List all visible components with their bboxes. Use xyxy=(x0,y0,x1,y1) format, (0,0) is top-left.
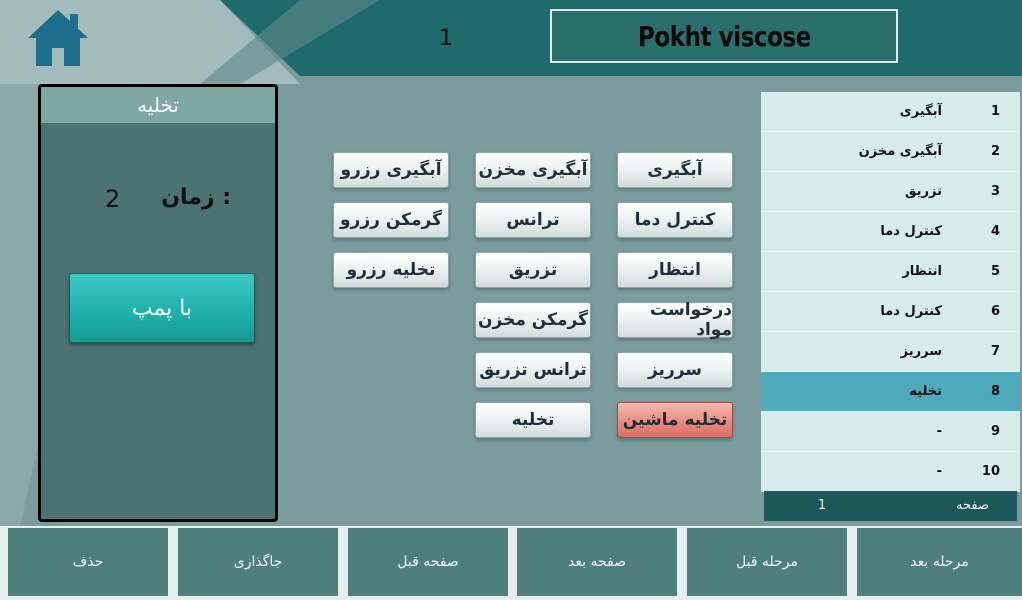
list-item[interactable]: 4 کنترل دما xyxy=(761,212,1020,252)
step-button-machine-drain[interactable]: تخلیه ماشین xyxy=(617,402,733,438)
bottom-toolbar: حذف جاگذاری صفحه قبل صفحه بعد مرحله قبل … xyxy=(0,526,1022,600)
list-page-indicator: صفحه 1 xyxy=(764,491,1017,521)
page-number: 1 xyxy=(439,26,453,51)
step-button-transfer-injection[interactable]: ترانس تزریق xyxy=(475,352,591,388)
panel-title: تخلیه xyxy=(41,87,275,123)
list-item[interactable]: 7 سرریز xyxy=(761,332,1020,372)
time-value[interactable]: 2 xyxy=(105,185,120,213)
list-item-selected[interactable]: 8 تخلیه xyxy=(761,372,1020,412)
pump-button[interactable]: با پمپ xyxy=(69,273,255,343)
list-item[interactable]: 9- xyxy=(761,412,1020,452)
delete-button[interactable]: حذف xyxy=(8,528,168,596)
step-button-tank-filling[interactable]: آبگیری مخزن xyxy=(475,152,591,188)
page-title: Pokht viscose xyxy=(637,19,811,53)
step-button-temp-control[interactable]: کنترل دما xyxy=(617,202,733,238)
step-button-tank-heater[interactable]: گرمکن مخزن xyxy=(475,302,591,338)
step-button-injection[interactable]: تزریق xyxy=(475,252,591,288)
home-button[interactable] xyxy=(26,8,90,68)
list-item[interactable]: 1 آبگیری xyxy=(761,92,1020,132)
step-button-filling[interactable]: آبگیری xyxy=(617,152,733,188)
step-button-drain[interactable]: تخلیه xyxy=(475,402,591,438)
prev-page-button[interactable]: صفحه قبل xyxy=(348,528,508,596)
title-box: Pokht viscose xyxy=(550,9,898,63)
list-item[interactable]: 3 تزریق xyxy=(761,172,1020,212)
sequence-list: 1 آبگیری 2 آبگیری مخزن 3 تزریق 4 کنترل دما 5… xyxy=(761,92,1020,492)
drain-panel: تخلیه زمان : 2 با پمپ xyxy=(38,84,278,522)
insert-button[interactable]: جاگذاری xyxy=(178,528,338,596)
next-step-button[interactable]: مرحله بعد xyxy=(857,528,1022,596)
page-label: صفحه xyxy=(956,498,989,513)
list-item[interactable]: 5 انتظار xyxy=(761,252,1020,292)
step-button-overflow[interactable]: سرریز xyxy=(617,352,733,388)
home-icon xyxy=(28,10,88,66)
step-button-reserve-heater[interactable]: گرمکن رزرو xyxy=(333,202,449,238)
list-item[interactable]: 6 کنترل دما xyxy=(761,292,1020,332)
step-button-wait[interactable]: انتظار xyxy=(617,252,733,288)
list-item[interactable]: 2 آبگیری مخزن xyxy=(761,132,1020,172)
step-button-material-request[interactable]: درخواست مواد xyxy=(617,300,733,340)
next-page-button[interactable]: صفحه بعد xyxy=(517,528,677,596)
list-item[interactable]: 10- xyxy=(761,452,1020,492)
step-button-reserve-filling[interactable]: آبگیری رزرو xyxy=(333,152,449,188)
time-label: زمان : xyxy=(161,185,231,210)
step-button-transfer[interactable]: ترانس xyxy=(475,202,591,238)
page-value: 1 xyxy=(818,498,827,513)
step-button-reserve-drain[interactable]: تخلیه رزرو xyxy=(333,252,449,288)
prev-step-button[interactable]: مرحله قبل xyxy=(687,528,847,596)
